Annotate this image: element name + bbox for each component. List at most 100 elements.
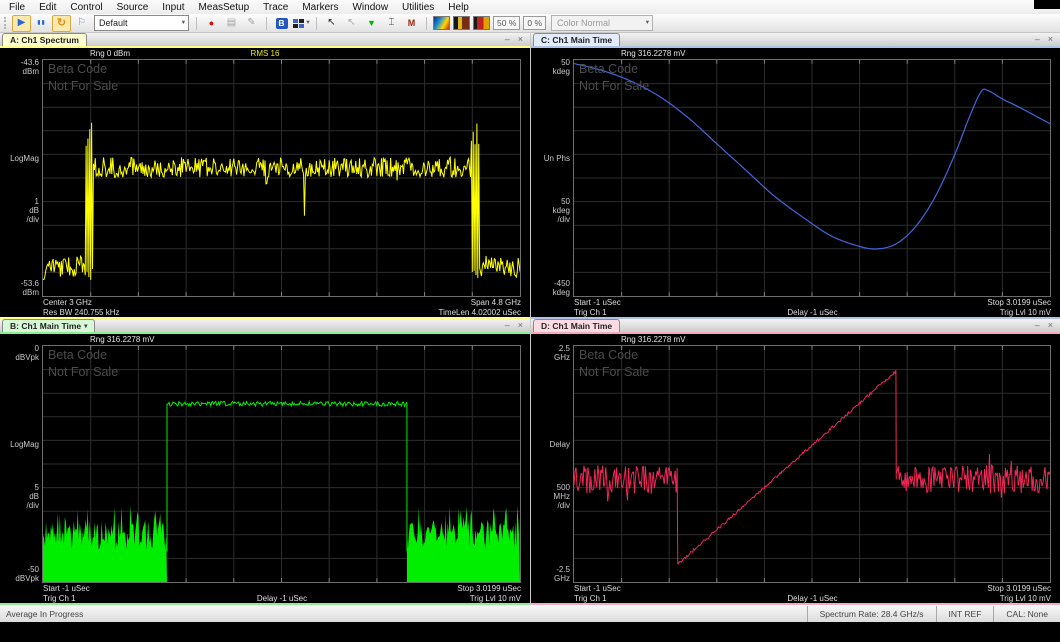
select-cursor-button[interactable]: ↖ [322, 15, 341, 32]
edit-recording-button[interactable]: ✎ [242, 15, 261, 32]
trace-format-label: Un Phs [544, 154, 570, 163]
y-axis-labels: 2.5 GHz Delay 500 MHz /div -2.5 GHz [531, 345, 573, 583]
transparency-field[interactable]: 50 % [493, 16, 520, 30]
menu-source[interactable]: Source [110, 2, 156, 13]
record-icon: ● [209, 19, 214, 28]
menu-edit[interactable]: Edit [32, 2, 63, 13]
peak-search-button[interactable]: ▼ [362, 15, 381, 32]
close-icon[interactable]: × [1048, 35, 1053, 44]
plot-row: 0 dBVpk LogMag 5 dB /div -50 dBVpk Beta … [0, 345, 530, 583]
panel-tab-bar: A: Ch1 Spectrum – × [0, 33, 530, 48]
trigger-source-label: Trig Ch 1 [43, 594, 202, 603]
save-recording-icon: ▤ [227, 18, 236, 28]
panel-top-readouts: Rng 316.2278 mV [531, 48, 1060, 59]
layout-grid-icon [293, 19, 304, 28]
tab-b[interactable]: B: Ch1 Main Time ▾ [2, 319, 95, 332]
y-axis-bottom-value: -2.5 GHz [554, 565, 570, 583]
minimize-icon[interactable]: – [505, 321, 510, 330]
menu-trace[interactable]: Trace [256, 2, 295, 13]
spectrogram-button[interactable] [432, 15, 451, 32]
plot-area[interactable]: Beta Code Not For Sale [573, 345, 1051, 583]
minimize-icon[interactable]: – [505, 35, 510, 44]
restart-button[interactable]: ↻ [52, 15, 71, 32]
trace-format-label: LogMag [10, 154, 39, 163]
band-markers-button[interactable]: ⌶ [382, 15, 401, 32]
range-readout: Rng 316.2278 mV [621, 49, 686, 58]
y-axis-scale-per-div: 1 dB /div [27, 197, 39, 225]
delay-label: Delay -1 uSec [733, 594, 892, 603]
sweep-flag-icon: ⚐ [77, 18, 86, 28]
menu-input[interactable]: Input [155, 2, 191, 13]
trigger-level-label: Trig Lvl 10 mV [892, 308, 1051, 317]
tab-d[interactable]: D: Ch1 Main Time [533, 319, 620, 332]
trace-format-label: LogMag [10, 440, 39, 449]
play-button[interactable]: ▶ [12, 15, 31, 32]
play-icon: ▶ [18, 18, 26, 28]
pause-icon: ▮▮ [37, 20, 46, 26]
block-diagram-button[interactable]: B [272, 15, 291, 32]
trace-plot [43, 346, 520, 582]
threshold-field[interactable]: 0 % [523, 16, 546, 30]
close-icon[interactable]: × [518, 321, 523, 330]
menu-window[interactable]: Window [345, 2, 395, 13]
x-axis-labels: Start -1 uSec Stop 3.0199 uSec Trig Ch 1… [531, 297, 1060, 317]
menu-control[interactable]: Control [63, 2, 109, 13]
y-axis-bottom-value: -450 kdeg [553, 279, 570, 297]
marker-button[interactable]: M [402, 15, 421, 32]
tab-c[interactable]: C: Ch1 Main Time [533, 33, 620, 46]
menu-help[interactable]: Help [441, 2, 476, 13]
close-icon[interactable]: × [518, 35, 523, 44]
record-button[interactable]: ● [202, 15, 221, 32]
panel-tab-label: B: Ch1 Main Time [10, 321, 81, 331]
plot-area[interactable]: Beta Code Not For Sale [42, 59, 521, 297]
range-readout: Rng 316.2278 mV [90, 335, 155, 344]
minimize-icon[interactable]: – [1035, 35, 1040, 44]
block-diagram-icon: B [276, 18, 288, 29]
y-axis-bottom-value: -50 dBVpk [15, 565, 39, 583]
menu-utilities[interactable]: Utilities [395, 2, 441, 13]
close-icon[interactable]: × [1048, 321, 1053, 330]
panel-c: C: Ch1 Main Time – × Rng 316.2278 mV 50 … [530, 33, 1060, 319]
menu-meassetup[interactable]: MeasSetup [192, 2, 257, 13]
desktop-background-strip [0, 622, 1060, 642]
spectrogram-dark-button[interactable] [452, 15, 471, 32]
plot-row: 2.5 GHz Delay 500 MHz /div -2.5 GHz Beta… [531, 345, 1060, 583]
trace-plot [574, 346, 1050, 582]
color-mode-select[interactable]: Color Normal ▾ [551, 15, 653, 31]
pause-button[interactable]: ▮▮ [32, 15, 51, 32]
trace-format-label: Delay [550, 440, 570, 449]
window-layout-button[interactable]: ▾ [292, 15, 311, 32]
minimize-icon[interactable]: – [1035, 321, 1040, 330]
toolbar-separator [316, 17, 317, 30]
x-axis-line-2: Trig Ch 1 Delay -1 uSec Trig Lvl 10 mV [43, 593, 521, 603]
desktop-corner [1034, 0, 1060, 9]
x-axis-line-1: Center 3 GHz Span 4.8 GHz [43, 297, 521, 307]
trace-plot [574, 60, 1050, 296]
y-axis-labels: 50 kdeg Un Phs 50 kdeg /div -450 kdeg [531, 59, 573, 297]
preset-combobox[interactable]: Default ▾ [94, 15, 189, 31]
x-axis-line-2: Trig Ch 1 Delay -1 uSec Trig Lvl 10 mV [574, 307, 1051, 317]
toolbar-separator [196, 17, 197, 30]
panel-body: Rng 316.2278 mV 50 kdeg Un Phs 50 kdeg /… [531, 48, 1060, 319]
y-axis-top-value: -43.6 dBm [21, 58, 39, 76]
x-stop-label: Stop 3.0199 uSec [892, 584, 1051, 593]
tab-a[interactable]: A: Ch1 Spectrum [2, 33, 87, 46]
menu-file[interactable]: File [2, 2, 32, 13]
single-sweep-button[interactable]: ⚐ [72, 15, 91, 32]
plot-area[interactable]: Beta Code Not For Sale [573, 59, 1051, 297]
y-axis-labels: 0 dBVpk LogMag 5 dB /div -50 dBVpk [0, 345, 42, 583]
preset-value: Default [99, 18, 128, 28]
panel-grid: A: Ch1 Spectrum – × Rng 0 dBm RMS 16 -43… [0, 33, 1060, 605]
move-marker-button[interactable]: ↖ [342, 15, 361, 32]
persistence-icon [473, 16, 490, 30]
plot-area[interactable]: Beta Code Not For Sale [42, 345, 521, 583]
persistence-button[interactable] [472, 15, 491, 32]
panel-b: B: Ch1 Main Time ▾ – × Rng 316.2278 mV 0… [0, 319, 530, 605]
panel-body: Rng 316.2278 mV 2.5 GHz Delay 500 MHz /d… [531, 334, 1060, 605]
save-recording-button[interactable]: ▤ [222, 15, 241, 32]
y-axis-scale-per-div: 500 MHz /div [554, 483, 570, 511]
y-axis-top-value: 2.5 GHz [554, 344, 570, 362]
delay-label: Delay -1 uSec [202, 594, 361, 603]
menu-markers[interactable]: Markers [295, 2, 345, 13]
y-axis-top-value: 50 kdeg [553, 58, 570, 76]
